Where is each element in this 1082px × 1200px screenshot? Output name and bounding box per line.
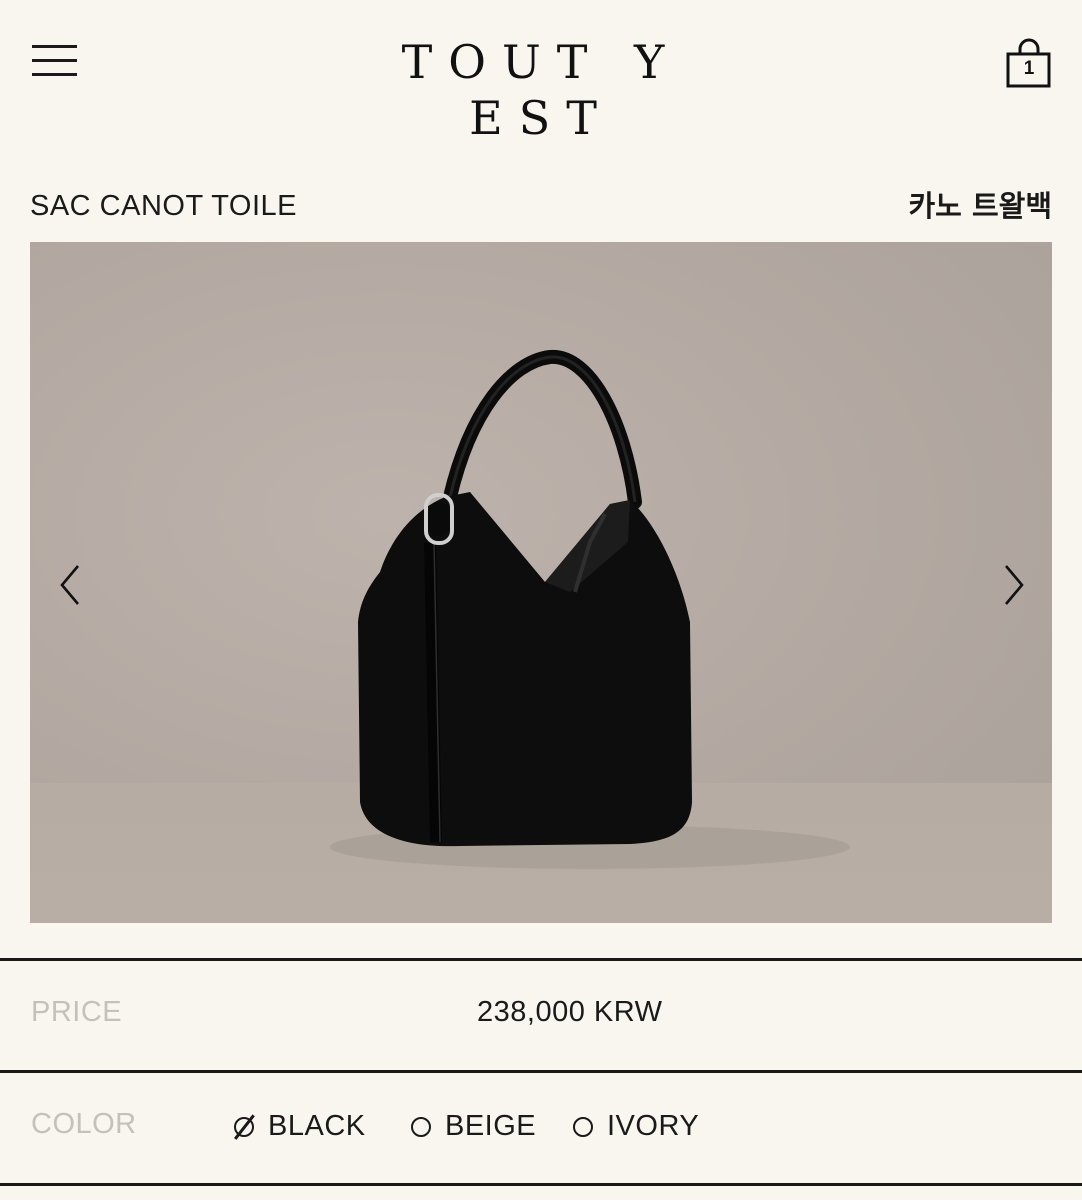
brand-logo[interactable]: TOUT Y EST: [341, 34, 741, 145]
hamburger-menu-icon: [32, 45, 77, 48]
color-option-beige[interactable]: BEIGE: [411, 1110, 536, 1143]
gallery-next-button[interactable]: [994, 560, 1034, 610]
color-option-label: BEIGE: [445, 1110, 537, 1142]
product-name-korean: 카노 트왈백: [908, 189, 1053, 223]
radio-selected-icon: [234, 1116, 254, 1137]
divider: [0, 1183, 1082, 1186]
header: TOUT Y EST 1: [0, 0, 1082, 145]
product-title-row: SAC CANOT TOILE 카노 트왈백: [30, 186, 1052, 226]
cart-count-badge: 1: [1023, 58, 1035, 79]
divider: [0, 1070, 1082, 1073]
price-label: PRICE: [31, 996, 123, 1028]
black-hobo-bag-photo: [330, 349, 850, 869]
divider: [0, 958, 1082, 961]
product-image-gallery[interactable]: [30, 242, 1052, 923]
radio-icon: [411, 1116, 431, 1137]
price-value: 238,000 KRW: [477, 996, 663, 1028]
color-option-label: IVORY: [607, 1110, 700, 1142]
chevron-left-icon: [60, 565, 79, 605]
chevron-right-icon: [1005, 565, 1024, 605]
color-label: COLOR: [31, 1108, 137, 1140]
radio-icon: [573, 1116, 593, 1137]
price-row: PRICE 238,000 KRW: [0, 996, 1082, 1036]
product-name: SAC CANOT TOILE: [30, 190, 297, 222]
cart-button[interactable]: 1: [1005, 38, 1053, 90]
color-row: COLOR BLACK BEIGE IVORY: [0, 1108, 1082, 1148]
menu-button[interactable]: [32, 44, 78, 78]
gallery-prev-button[interactable]: [52, 560, 92, 610]
color-option-label: BLACK: [268, 1110, 366, 1142]
color-option-ivory[interactable]: IVORY: [573, 1110, 699, 1143]
color-option-black[interactable]: BLACK: [234, 1110, 366, 1143]
